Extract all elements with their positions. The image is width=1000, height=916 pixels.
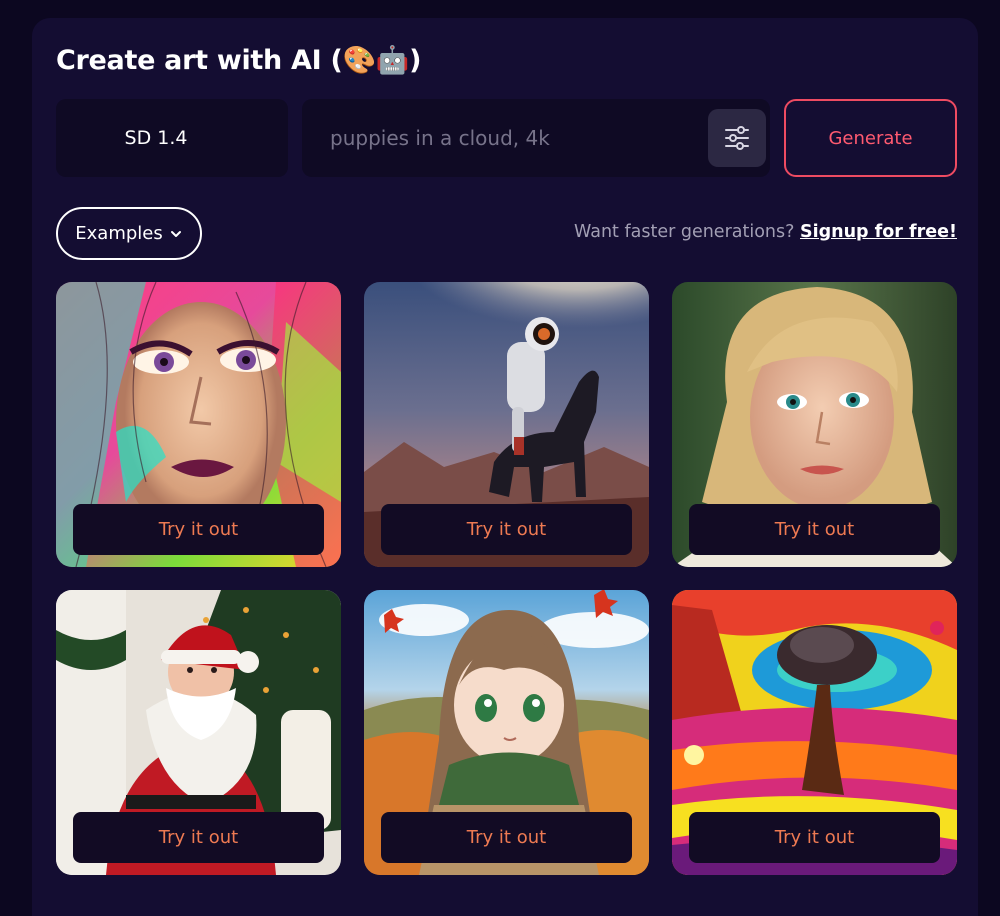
try-it-out-button[interactable]: Try it out xyxy=(689,812,940,863)
example-card[interactable]: Try it out xyxy=(364,590,649,875)
generate-button[interactable]: Generate xyxy=(784,99,957,177)
page-title: Create art with AI (🎨🤖) xyxy=(56,45,422,76)
example-card[interactable]: Try it out xyxy=(56,590,341,875)
chevron-down-icon xyxy=(170,230,181,237)
sliders-icon xyxy=(725,126,749,150)
settings-button[interactable] xyxy=(708,109,766,167)
prompt-container xyxy=(302,99,770,177)
signup-promo: Want faster generations? Signup for free… xyxy=(574,222,957,242)
try-it-out-button[interactable]: Try it out xyxy=(73,812,324,863)
example-card[interactable]: Try it out xyxy=(672,282,957,567)
examples-label: Examples xyxy=(75,223,163,244)
signup-link[interactable]: Signup for free! xyxy=(800,222,957,242)
model-select[interactable]: SD 1.4 xyxy=(56,99,322,177)
try-it-out-button[interactable]: Try it out xyxy=(689,504,940,555)
model-select-value: SD 1.4 xyxy=(124,127,188,149)
examples-dropdown[interactable]: Examples xyxy=(56,207,202,260)
example-card[interactable]: Try it out xyxy=(364,282,649,567)
try-it-out-button[interactable]: Try it out xyxy=(381,504,632,555)
promo-text: Want faster generations? xyxy=(574,222,795,242)
example-card[interactable]: Try it out xyxy=(56,282,341,567)
try-it-out-button[interactable]: Try it out xyxy=(73,504,324,555)
example-card[interactable]: Try it out xyxy=(672,590,957,875)
try-it-out-button[interactable]: Try it out xyxy=(381,812,632,863)
prompt-input[interactable] xyxy=(330,99,700,177)
